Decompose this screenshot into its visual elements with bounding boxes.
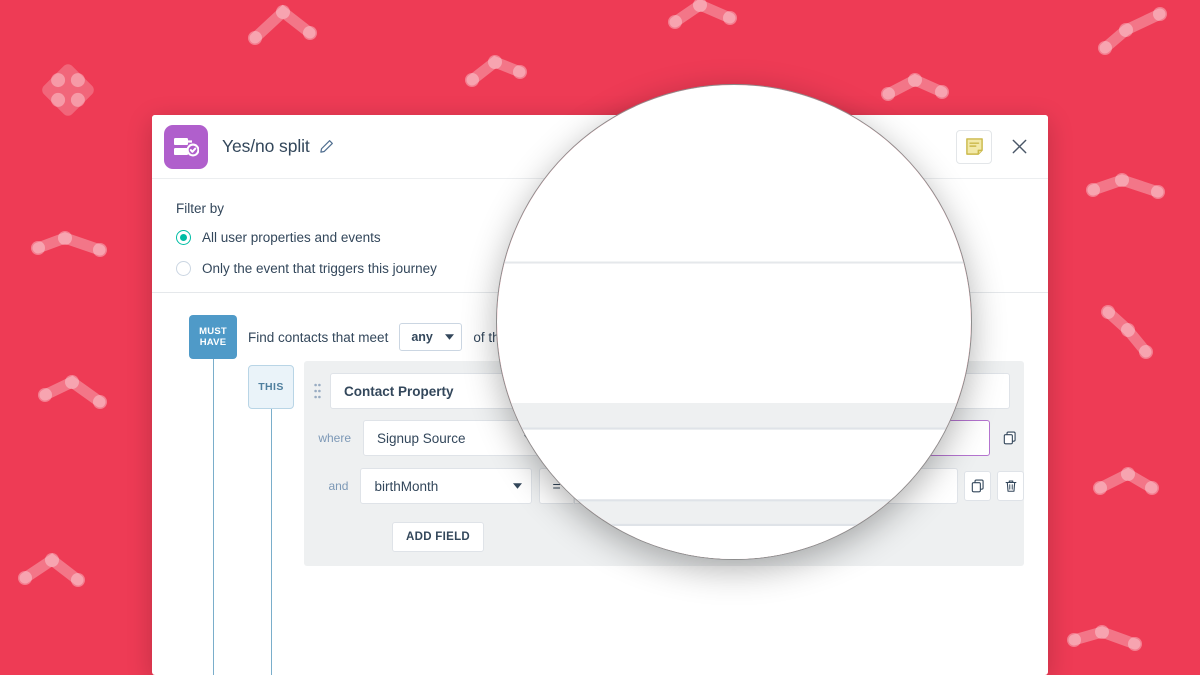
close-icon[interactable] (1006, 134, 1032, 160)
must-have-connector (213, 359, 214, 675)
match-type-select[interactable]: any (399, 323, 463, 351)
match-type-value: any (411, 330, 433, 344)
magnifier-content: Yes/no split (497, 85, 971, 559)
property-value-1: Signup Source (377, 430, 466, 446)
filter-builder: MUST HAVE Find contacts that meet any of… (497, 309, 971, 559)
radio-option-trigger[interactable]: Only the event that triggers this journe… (497, 198, 971, 229)
filter-header-row: Contact Property (497, 427, 971, 502)
radio-icon-trigger[interactable] (176, 261, 191, 276)
operator-value-1: Equals (497, 545, 547, 559)
magnified-dialog: Yes/no split (497, 85, 971, 559)
dialog-body: Filter by All user properties and events… (497, 85, 971, 559)
filter-group-panel: Contact Property where Signup Source = (497, 402, 971, 559)
add-field-button[interactable]: ADD FIELD (392, 522, 485, 552)
radio-label-trigger: Only the event that triggers this journe… (202, 261, 437, 276)
drag-dots-icon[interactable] (304, 383, 330, 399)
find-contacts-row: Find contacts that meet any of the fo (497, 309, 971, 399)
trash-icon-2[interactable] (997, 471, 1024, 501)
radio-icon-all[interactable] (176, 230, 191, 245)
screenshot-root: Yes/no split Filter by All user properti… (0, 0, 1200, 675)
radio-option-all[interactable]: All user properties and events (497, 134, 971, 165)
condition-prefix-where: where (318, 431, 351, 445)
this-connector (271, 409, 272, 675)
must-have-line1: MUST (199, 326, 227, 337)
property-value-2: birthMonth (374, 478, 439, 494)
pencil-icon[interactable] (319, 139, 334, 154)
filter-by-label: Filter by (497, 85, 971, 106)
magnifier-lens: Yes/no split (496, 84, 972, 560)
must-have-line2: HAVE (199, 337, 227, 348)
radio-label-all: All user properties and events (202, 230, 381, 245)
condition-prefix-and: and (328, 479, 349, 493)
section-divider (497, 261, 971, 264)
must-have-badge: MUST HAVE (189, 315, 237, 359)
yes-no-split-icon (164, 124, 208, 169)
operator-select-1[interactable]: Equals (497, 523, 957, 559)
this-tag: THIS (248, 365, 294, 409)
filter-title: Contact Property (497, 427, 971, 502)
condition-row-1: where Signup Source = Equals (497, 523, 971, 559)
magnified-scene: Yes/no split (497, 85, 971, 559)
chevron-down-icon (445, 334, 455, 340)
page-title: Yes/no split (222, 136, 310, 156)
copy-icon-1[interactable] (996, 423, 1024, 453)
find-prefix-label: Find contacts that meet (248, 329, 389, 345)
